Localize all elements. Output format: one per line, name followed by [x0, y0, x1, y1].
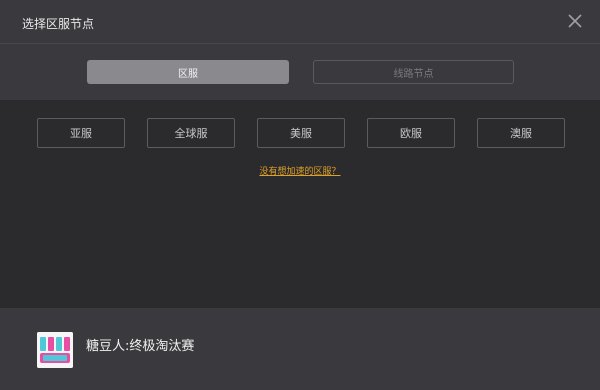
missing-region-link[interactable]: 没有想加速的区服？ [0, 164, 600, 177]
close-icon[interactable] [564, 10, 586, 32]
region-panel: 亚服 全球服 美服 欧服 澳服 没有想加速的区服？ [0, 100, 600, 308]
tab-route-node[interactable]: 线路节点 [313, 60, 514, 84]
region-button-asia[interactable]: 亚服 [37, 118, 125, 148]
fall-guys-logo-icon [37, 332, 73, 368]
region-button-oceania[interactable]: 澳服 [477, 118, 565, 148]
title-bar: 选择区服节点 [0, 0, 600, 44]
region-button-us[interactable]: 美服 [257, 118, 345, 148]
region-button-global[interactable]: 全球服 [147, 118, 235, 148]
tab-region[interactable]: 区服 [87, 60, 289, 84]
game-title: 糖豆人:终极淘汰赛 [86, 339, 195, 354]
game-footer: 糖豆人:终极淘汰赛 [0, 308, 600, 390]
tab-bar: 区服 线路节点 [0, 44, 600, 100]
dialog-title: 选择区服节点 [22, 17, 95, 31]
region-button-eu[interactable]: 欧服 [367, 118, 455, 148]
